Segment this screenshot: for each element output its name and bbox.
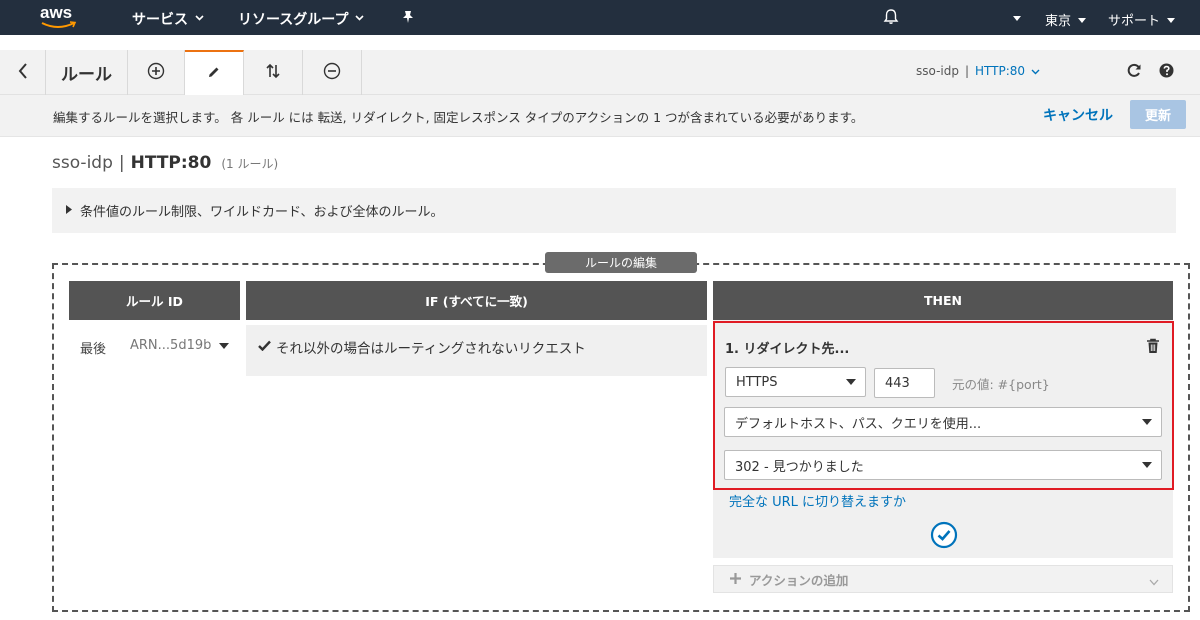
separator: |	[118, 153, 125, 173]
support-label: サポート	[1108, 14, 1161, 29]
pin-icon[interactable]	[402, 10, 414, 28]
chevron-down-icon	[195, 14, 204, 24]
condition-text: それ以外の場合はルーティングされないリクエスト	[276, 341, 586, 357]
account-menu[interactable]	[1013, 10, 1021, 25]
rule-priority: 最後	[80, 342, 107, 357]
host-path-value: デフォルトホスト、パス、クエリを使用...	[735, 416, 982, 432]
rule-arn: ARN...5d19b	[130, 338, 212, 353]
top-navigation: aws サービス リソースグループ 東京 サポート	[0, 0, 1200, 35]
column-then: THEN	[713, 281, 1173, 320]
separator: |	[964, 64, 970, 78]
services-label: サービス	[132, 12, 188, 28]
rule-limits-expander[interactable]: 条件値のルール制限、ワイルドカード、および全体のルール。	[52, 188, 1176, 233]
edit-rules-button[interactable]	[185, 50, 244, 95]
check-icon	[258, 337, 271, 355]
add-action-button[interactable]: アクションの追加	[713, 565, 1173, 593]
rule-arn-dropdown[interactable]: ARN...5d19b	[130, 338, 230, 353]
aws-logo[interactable]: aws	[40, 3, 80, 30]
chevron-down-icon	[355, 14, 365, 24]
refresh-icon[interactable]	[1127, 63, 1142, 82]
remove-icon	[323, 62, 341, 84]
plus-icon	[730, 572, 741, 587]
listener-name: sso-idp	[52, 153, 113, 173]
aws-smile-icon	[41, 21, 77, 28]
original-port-hint: 元の値: #{port}	[952, 377, 1050, 392]
host-path-query-select[interactable]: デフォルトホスト、パス、クエリを使用...	[724, 407, 1162, 437]
protocol-select[interactable]: HTTPS	[725, 367, 866, 397]
add-icon	[147, 62, 165, 84]
port-input[interactable]: 443	[874, 368, 935, 398]
support-menu[interactable]: サポート	[1108, 10, 1176, 29]
update-button[interactable]: 更新	[1130, 100, 1186, 129]
back-icon	[18, 62, 28, 83]
back-button[interactable]	[0, 50, 46, 95]
caret-down-icon	[219, 338, 230, 353]
caret-down-icon	[1142, 419, 1152, 425]
sort-icon	[266, 63, 280, 83]
add-action-label: アクションの追加	[749, 572, 849, 588]
listener-port: HTTP:80	[975, 64, 1026, 78]
expander-label: 条件値のルール制限、ワイルドカード、および全体のルール。	[80, 205, 444, 220]
if-condition[interactable]: それ以外の場合はルーティングされないリクエスト	[246, 325, 707, 376]
toolbar-title: ルール	[46, 50, 128, 95]
edit-info-bar: 編集するルールを選択します。 各 ルール には 転送, リダイレクト, 固定レス…	[0, 95, 1200, 137]
editor-tab-label: ルールの編集	[545, 252, 697, 273]
check-circle-icon	[930, 521, 958, 553]
info-message: 編集するルールを選択します。 各 ルール には 転送, リダイレクト, 固定レス…	[53, 110, 864, 125]
delete-rule-button[interactable]	[303, 50, 362, 95]
bell-icon[interactable]	[883, 8, 899, 29]
status-code-value: 302 - 見つかりました	[735, 459, 864, 475]
caret-right-icon	[66, 203, 72, 218]
add-rule-button[interactable]	[128, 50, 185, 95]
chevron-down-icon	[1149, 574, 1159, 589]
caret-down-icon	[846, 379, 856, 385]
trash-icon[interactable]	[1146, 338, 1160, 358]
rule-count: (1 ルール)	[221, 157, 279, 171]
listener-port: HTTP:80	[130, 153, 212, 173]
page-title: sso-idp | HTTP:80 (1 ルール)	[52, 153, 278, 173]
caret-down-icon	[1142, 462, 1152, 468]
chevron-down-icon	[1167, 12, 1176, 27]
action-title: 1. リダイレクト先...	[725, 342, 850, 357]
region-label: 東京	[1045, 14, 1072, 29]
edit-icon	[207, 65, 221, 83]
region-menu[interactable]: 東京	[1045, 10, 1087, 29]
chevron-down-icon	[1078, 12, 1087, 27]
listener-name: sso-idp	[916, 64, 959, 78]
protocol-value: HTTPS	[736, 374, 778, 390]
chevron-down-icon	[1013, 10, 1021, 25]
aws-logo-text: aws	[40, 3, 73, 22]
reorder-rules-button[interactable]	[244, 50, 303, 95]
help-icon[interactable]	[1159, 63, 1174, 82]
column-if: IF (すべてに一致)	[246, 281, 707, 320]
column-rule-id: ルール ID	[69, 281, 240, 320]
resource-groups-menu[interactable]: リソースグループ	[238, 9, 365, 29]
status-code-select[interactable]: 302 - 見つかりました	[724, 450, 1162, 480]
services-menu[interactable]: サービス	[132, 9, 204, 29]
resource-groups-label: リソースグループ	[238, 12, 349, 28]
cancel-button[interactable]: キャンセル	[1043, 105, 1113, 125]
listener-selector[interactable]: sso-idp | HTTP:80	[916, 64, 1040, 78]
chevron-down-icon	[1031, 64, 1040, 78]
rules-toolbar: ルール sso-idp | HTTP:80	[0, 50, 1200, 95]
switch-full-url-link[interactable]: 完全な URL に切り替えますか	[729, 491, 906, 510]
confirm-action-button[interactable]	[930, 521, 958, 553]
